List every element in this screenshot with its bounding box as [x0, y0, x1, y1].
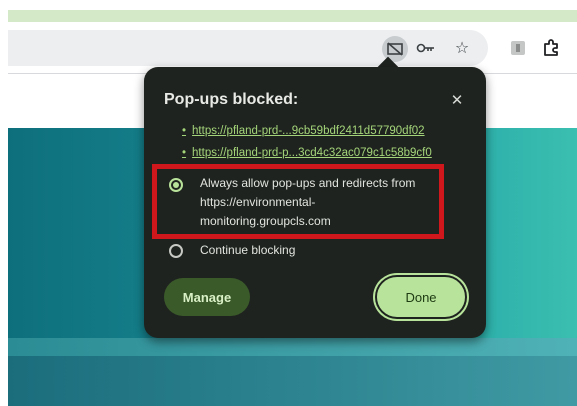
bubble-title: Pop-ups blocked: — [164, 91, 299, 108]
extension-glyph — [511, 41, 525, 55]
blocked-popup-link[interactable]: • https://pfland-prd-...9cb59bdf2411d5779… — [182, 125, 425, 137]
close-icon[interactable]: ✕ — [446, 89, 468, 111]
page-bottom-area — [8, 356, 577, 406]
screenshot-root: ☆ Pop-ups blocked: ✕ • https://pfland-prd… — [0, 0, 577, 406]
blocked-popup-link[interactable]: • https://pfland-prd-p...3cd4c32ac079c1c5… — [182, 147, 432, 159]
manage-button[interactable]: Manage — [164, 278, 250, 316]
continue-blocking-label[interactable]: Continue blocking — [200, 241, 295, 260]
blocked-popup-link-text[interactable]: https://pfland-prd-p...3cd4c32ac079c1c58… — [192, 147, 432, 159]
page-band — [8, 338, 577, 356]
bullet: • — [182, 147, 187, 159]
continue-blocking-radio[interactable] — [169, 244, 183, 258]
tab-strip — [8, 10, 577, 22]
popup-blocked-glyph — [387, 42, 403, 56]
bullet: • — [182, 125, 187, 137]
extension-icon[interactable] — [508, 38, 528, 58]
star-icon[interactable]: ☆ — [452, 38, 472, 58]
key-glyph — [416, 43, 434, 53]
key-icon[interactable] — [416, 38, 436, 58]
annotation-highlight-box — [152, 164, 444, 239]
puzzle-icon[interactable] — [541, 38, 561, 58]
puzzle-glyph — [544, 39, 558, 56]
done-button[interactable]: Done — [375, 275, 467, 319]
blocked-popup-link-text[interactable]: https://pfland-prd-...9cb59bdf2411d57790… — [192, 125, 425, 137]
